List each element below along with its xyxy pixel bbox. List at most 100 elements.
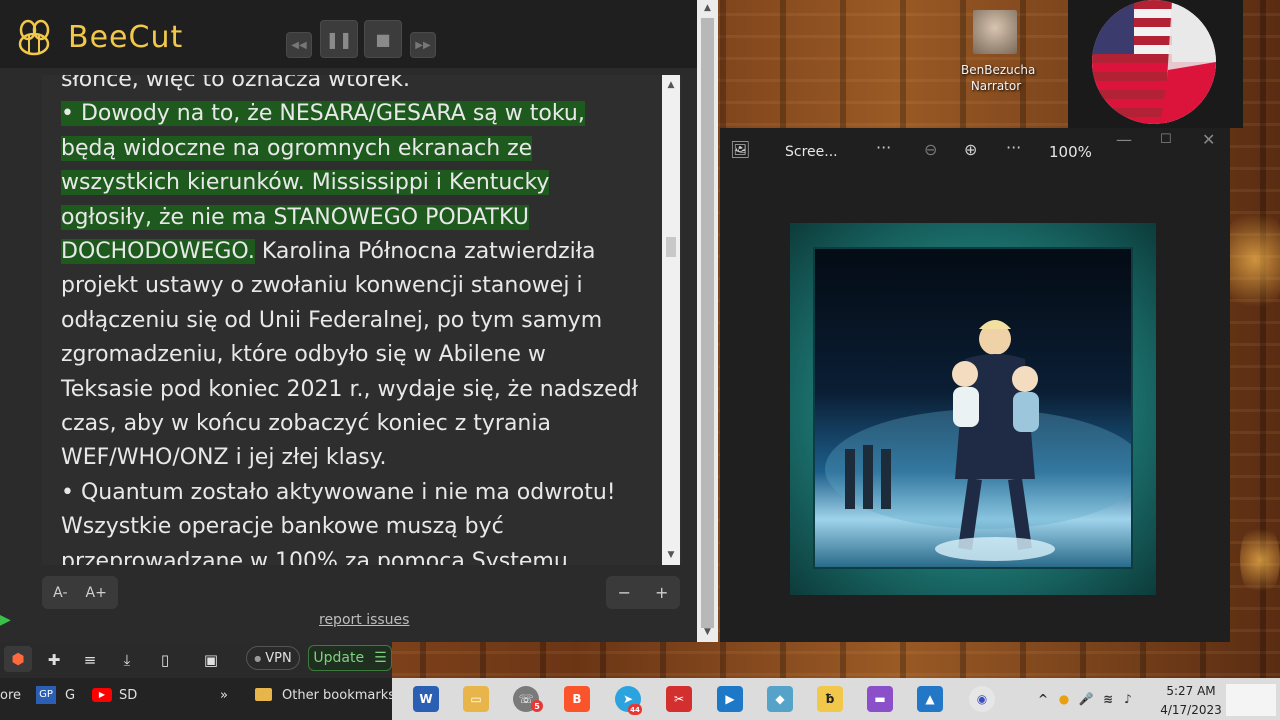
report-issues-link[interactable]: report issues xyxy=(319,612,409,628)
minimize-icon[interactable]: — xyxy=(1116,130,1132,149)
displayed-image xyxy=(813,247,1133,569)
brave-browser-icon[interactable]: B xyxy=(564,686,590,712)
highlighted-text: będą widoczne na ogromnych ekranach ze xyxy=(61,135,533,161)
speaker-icon[interactable]: ♪ xyxy=(1120,686,1136,712)
gp-bookmark-icon[interactable]: GP xyxy=(36,686,56,704)
scroll-down-arrow-icon[interactable]: ▼ xyxy=(662,547,680,563)
brave-extension-icon[interactable]: ⬢ xyxy=(4,646,32,672)
extensions-puzzle-icon[interactable]: ✚ xyxy=(44,650,64,670)
zoom-in-button[interactable]: + xyxy=(655,583,668,602)
highlighted-text: ogłosiły, że nie ma STANOWEGO PODATKU xyxy=(61,204,529,230)
more-bookmarks-chevron-icon[interactable]: » xyxy=(220,688,228,703)
word-icon[interactable]: W xyxy=(413,686,439,712)
close-icon[interactable]: ✕ xyxy=(1202,130,1215,149)
background-light xyxy=(1240,520,1280,600)
flag-tile xyxy=(1068,0,1243,128)
reader-text: słońce, więc to oznacza wtorek. • Dowody … xyxy=(61,75,661,565)
playlist-icon[interactable]: ≡ xyxy=(80,650,100,670)
pause-button[interactable]: ❚❚ xyxy=(320,20,358,58)
beecut-window: BeeCut ◀◀ ❚❚ ■ ▶▶ słońce, więc to oznacz… xyxy=(0,0,718,642)
photos-icon[interactable]: ◆ xyxy=(767,686,793,712)
reader-line: ogłosiły, że nie ma STANOWEGO PODATKU xyxy=(61,201,661,235)
gallery-icon[interactable]: 🖼 xyxy=(730,140,750,159)
zoom-out-icon[interactable]: ⊖ xyxy=(924,140,937,159)
zoom-out-button[interactable]: − xyxy=(618,583,631,602)
scroll-up-arrow-icon[interactable]: ▲ xyxy=(662,77,680,93)
fast-forward-icon: ▶▶ xyxy=(415,39,431,51)
more-options-icon[interactable]: ··· xyxy=(876,138,891,157)
bookmark-item[interactable]: G xyxy=(65,688,75,703)
bee-logo-icon xyxy=(18,19,50,56)
more-options-icon[interactable]: ··· xyxy=(1006,138,1021,157)
reader-line: • Quantum zostało aktywowane i nie ma od… xyxy=(61,476,661,510)
obs-icon[interactable]: ◉ xyxy=(969,686,995,712)
reader-line: • Dowody na to, że NESARA/GESARA są w to… xyxy=(61,97,661,131)
reader-line: przeprowadzane w 100% za pomocą Systemu xyxy=(61,545,661,565)
sidebar-icon[interactable]: ▯ xyxy=(155,650,175,670)
reader-line-text: odłączeniu się od Unii Federalnej, po ty… xyxy=(61,307,603,333)
scroll-down-arrow-icon[interactable]: ▼ xyxy=(697,624,718,640)
maximize-icon[interactable]: ☐ xyxy=(1160,132,1172,147)
zoom-in-icon[interactable]: ⊕ xyxy=(964,140,977,159)
reader-text-area[interactable]: słońce, więc to oznacza wtorek. • Dowody … xyxy=(42,75,682,565)
us-poland-flag-icon xyxy=(1092,0,1216,124)
window-scrollbar[interactable]: ▲ ▼ xyxy=(697,0,718,642)
microphone-icon[interactable]: 🎤 xyxy=(1078,686,1094,712)
download-icon[interactable]: ⤓ xyxy=(117,650,137,670)
image-viewer-icon[interactable]: ▲ xyxy=(917,686,943,712)
reader-line-text: • Quantum zostało aktywowane i nie ma od… xyxy=(61,479,616,505)
font-size-controls: A- A+ xyxy=(42,576,118,609)
video-editor-icon[interactable]: ▶ xyxy=(717,686,743,712)
file-explorer-icon[interactable]: ▭ xyxy=(463,686,489,712)
clipchamp-icon[interactable]: ▬ xyxy=(867,686,893,712)
reader-line: projekt ustawy o zwołaniu konwencji stan… xyxy=(61,269,661,303)
wallet-icon[interactable]: ▣ xyxy=(201,650,221,670)
font-decrease-button[interactable]: A- xyxy=(53,585,67,601)
vpn-label: VPN xyxy=(265,650,292,666)
update-button[interactable]: Update ☰ xyxy=(308,645,392,671)
background-light xyxy=(1225,200,1280,320)
beecut-titlebar: BeeCut ◀◀ ❚❚ ■ ▶▶ xyxy=(0,0,697,68)
telegram-badge: 44 xyxy=(628,704,642,715)
highlighted-text: • Dowody na to, że NESARA/GESARA są w to… xyxy=(61,101,585,127)
fast-forward-button[interactable]: ▶▶ xyxy=(410,32,436,58)
reader-line: Teksasie pod koniec 2021 r., wydaje się,… xyxy=(61,373,661,407)
reader-line: odłączeniu się od Unii Federalnej, po ty… xyxy=(61,304,661,338)
stop-button[interactable]: ■ xyxy=(364,20,402,58)
clock-date[interactable]: 4/17/2023 xyxy=(1160,703,1222,717)
tray-chevron-icon[interactable]: ^ xyxy=(1036,686,1050,712)
font-increase-button[interactable]: A+ xyxy=(86,585,107,601)
stop-icon: ■ xyxy=(375,29,391,49)
snipping-tool-icon[interactable]: ✂ xyxy=(666,686,692,712)
bookmark-item[interactable]: ore xyxy=(0,688,21,703)
window-scroll-thumb[interactable] xyxy=(701,18,714,628)
viewer-title: Scree... xyxy=(785,144,838,160)
other-bookmarks[interactable]: Other bookmarks xyxy=(282,688,395,703)
photos-viewer-window: 🖼 Scree... ··· ⊖ ⊕ ··· 100% — ☐ ✕ xyxy=(720,128,1230,642)
rewind-button[interactable]: ◀◀ xyxy=(286,32,312,58)
youtube-icon[interactable]: ▶ xyxy=(92,688,112,702)
reader-line: DOCHODOWEGO. Karolina Północna zatwierdz… xyxy=(61,235,661,269)
wifi-icon[interactable]: ≋ xyxy=(1100,686,1116,712)
reader-scrollbar[interactable]: ▲ ▼ xyxy=(662,75,680,565)
highlighted-text: wszystkich kierunków. Mississippi i Kent… xyxy=(61,170,550,196)
reader-line-text: Wszystkie operacje bankowe muszą być xyxy=(61,514,504,540)
side-play-controls[interactable]: ▶ xyxy=(0,612,24,630)
menu-icon: ☰ xyxy=(374,650,387,666)
reader-line: wszystkich kierunków. Mississippi i Kent… xyxy=(61,166,661,200)
scroll-up-arrow-icon[interactable]: ▲ xyxy=(697,0,718,16)
zoom-level: 100% xyxy=(1049,143,1092,161)
image-content xyxy=(825,320,1131,561)
tray-app-icon[interactable]: ● xyxy=(1056,686,1072,712)
vpn-button[interactable]: ● VPN xyxy=(246,646,300,670)
narrator-avatar xyxy=(973,10,1017,54)
reader-line-text: przeprowadzane w 100% za pomocą Systemu xyxy=(61,548,568,565)
reader-line: słońce, więc to oznacza wtorek. xyxy=(61,75,661,97)
reader-scroll-thumb[interactable] xyxy=(666,237,676,257)
bookmark-item[interactable]: SD xyxy=(119,688,137,703)
beecut-taskbar-icon[interactable]: ƀ xyxy=(817,686,843,712)
clock-time[interactable]: 5:27 AM xyxy=(1160,684,1222,698)
show-desktop-button[interactable] xyxy=(1226,684,1276,716)
reader-line: Wszystkie operacje bankowe muszą być xyxy=(61,510,661,544)
vpn-status-dot-icon: ● xyxy=(254,653,262,663)
